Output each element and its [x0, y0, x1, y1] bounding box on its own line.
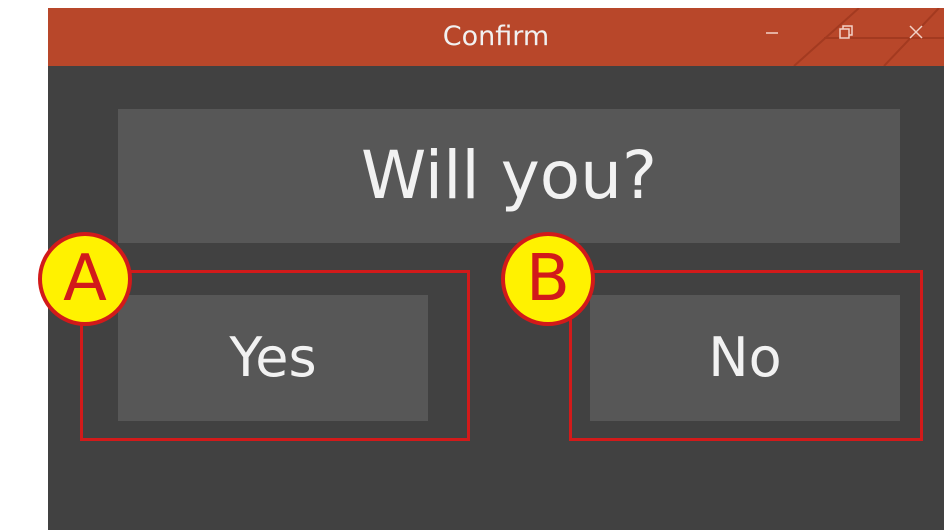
annotation-marker-b: B — [501, 232, 595, 326]
restore-button[interactable] — [826, 14, 866, 50]
highlight-box-b — [569, 270, 923, 441]
dialog-message: Will you? — [118, 109, 900, 243]
close-icon — [896, 23, 936, 41]
restore-icon — [826, 23, 866, 41]
title-bar[interactable]: Confirm — [48, 8, 944, 66]
close-button[interactable] — [896, 14, 936, 50]
window-title: Confirm — [442, 21, 550, 52]
minimize-icon — [752, 23, 792, 41]
minimize-button[interactable] — [752, 14, 792, 50]
annotation-marker-a: A — [38, 232, 132, 326]
highlight-box-a — [80, 270, 470, 441]
confirm-window: Confirm Will you? Yes No — [48, 8, 944, 530]
